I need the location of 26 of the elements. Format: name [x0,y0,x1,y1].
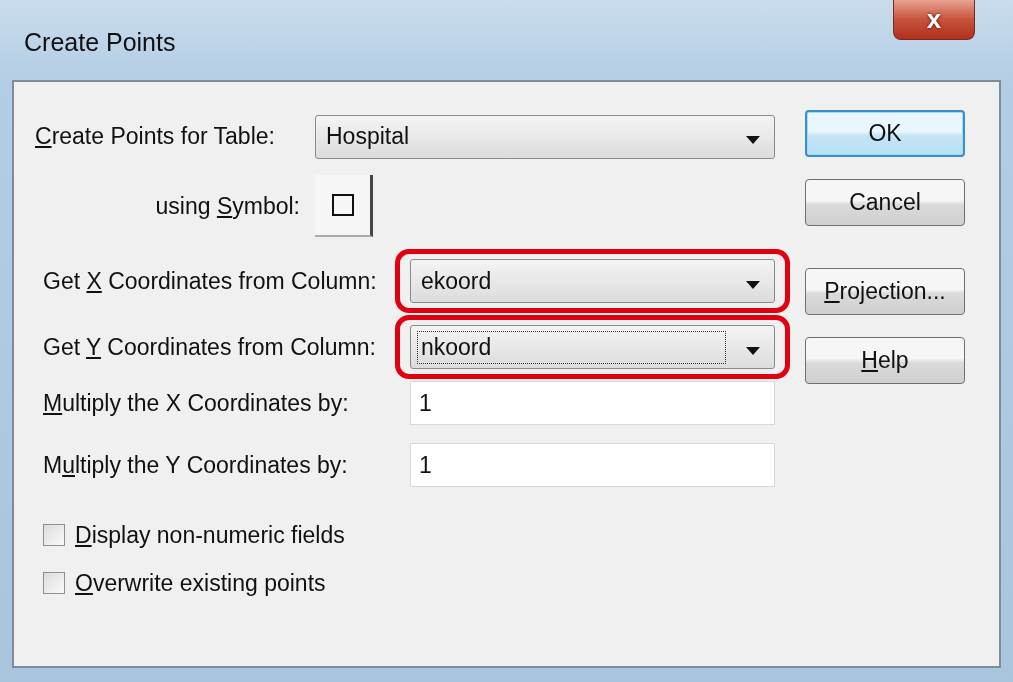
close-button[interactable]: x [893,0,975,40]
field-label: Create Points for Table: [35,123,276,150]
input-field[interactable]: 1 [410,443,775,487]
dropdown[interactable]: Hospital [315,114,775,159]
input-field[interactable]: 1 [410,381,775,425]
dropdown-arrow-icon [746,136,760,144]
dropdown[interactable]: nkoord [410,325,775,369]
field-label: Get Y Coordinates from Column: [42,333,377,361]
dialog-button[interactable]: Help [805,337,965,384]
dropdown[interactable]: ekoord [410,259,775,303]
dialog-button[interactable]: Cancel [805,179,965,226]
window-title: Create Points [24,28,176,57]
checkbox[interactable] [43,572,65,594]
field-label: using Symbol: [154,192,300,220]
square-symbol-icon [331,194,354,216]
checkbox-label[interactable]: Overwrite existing points [75,569,326,597]
symbol-button[interactable] [315,175,373,237]
field-label: Get X Coordinates from Column: [42,267,378,295]
field-label: Multiply the Y Coordinates by: [42,451,349,479]
dialog-button[interactable]: Projection... [805,268,965,315]
checkbox[interactable] [43,524,65,546]
checkbox-label[interactable]: Display non-numeric fields [75,521,345,549]
dropdown-arrow-icon [746,280,760,289]
dropdown-arrow-icon [746,346,760,355]
field-label: Multiply the X Coordinates by: [42,389,350,417]
dialog-button[interactable]: OK [805,110,965,157]
